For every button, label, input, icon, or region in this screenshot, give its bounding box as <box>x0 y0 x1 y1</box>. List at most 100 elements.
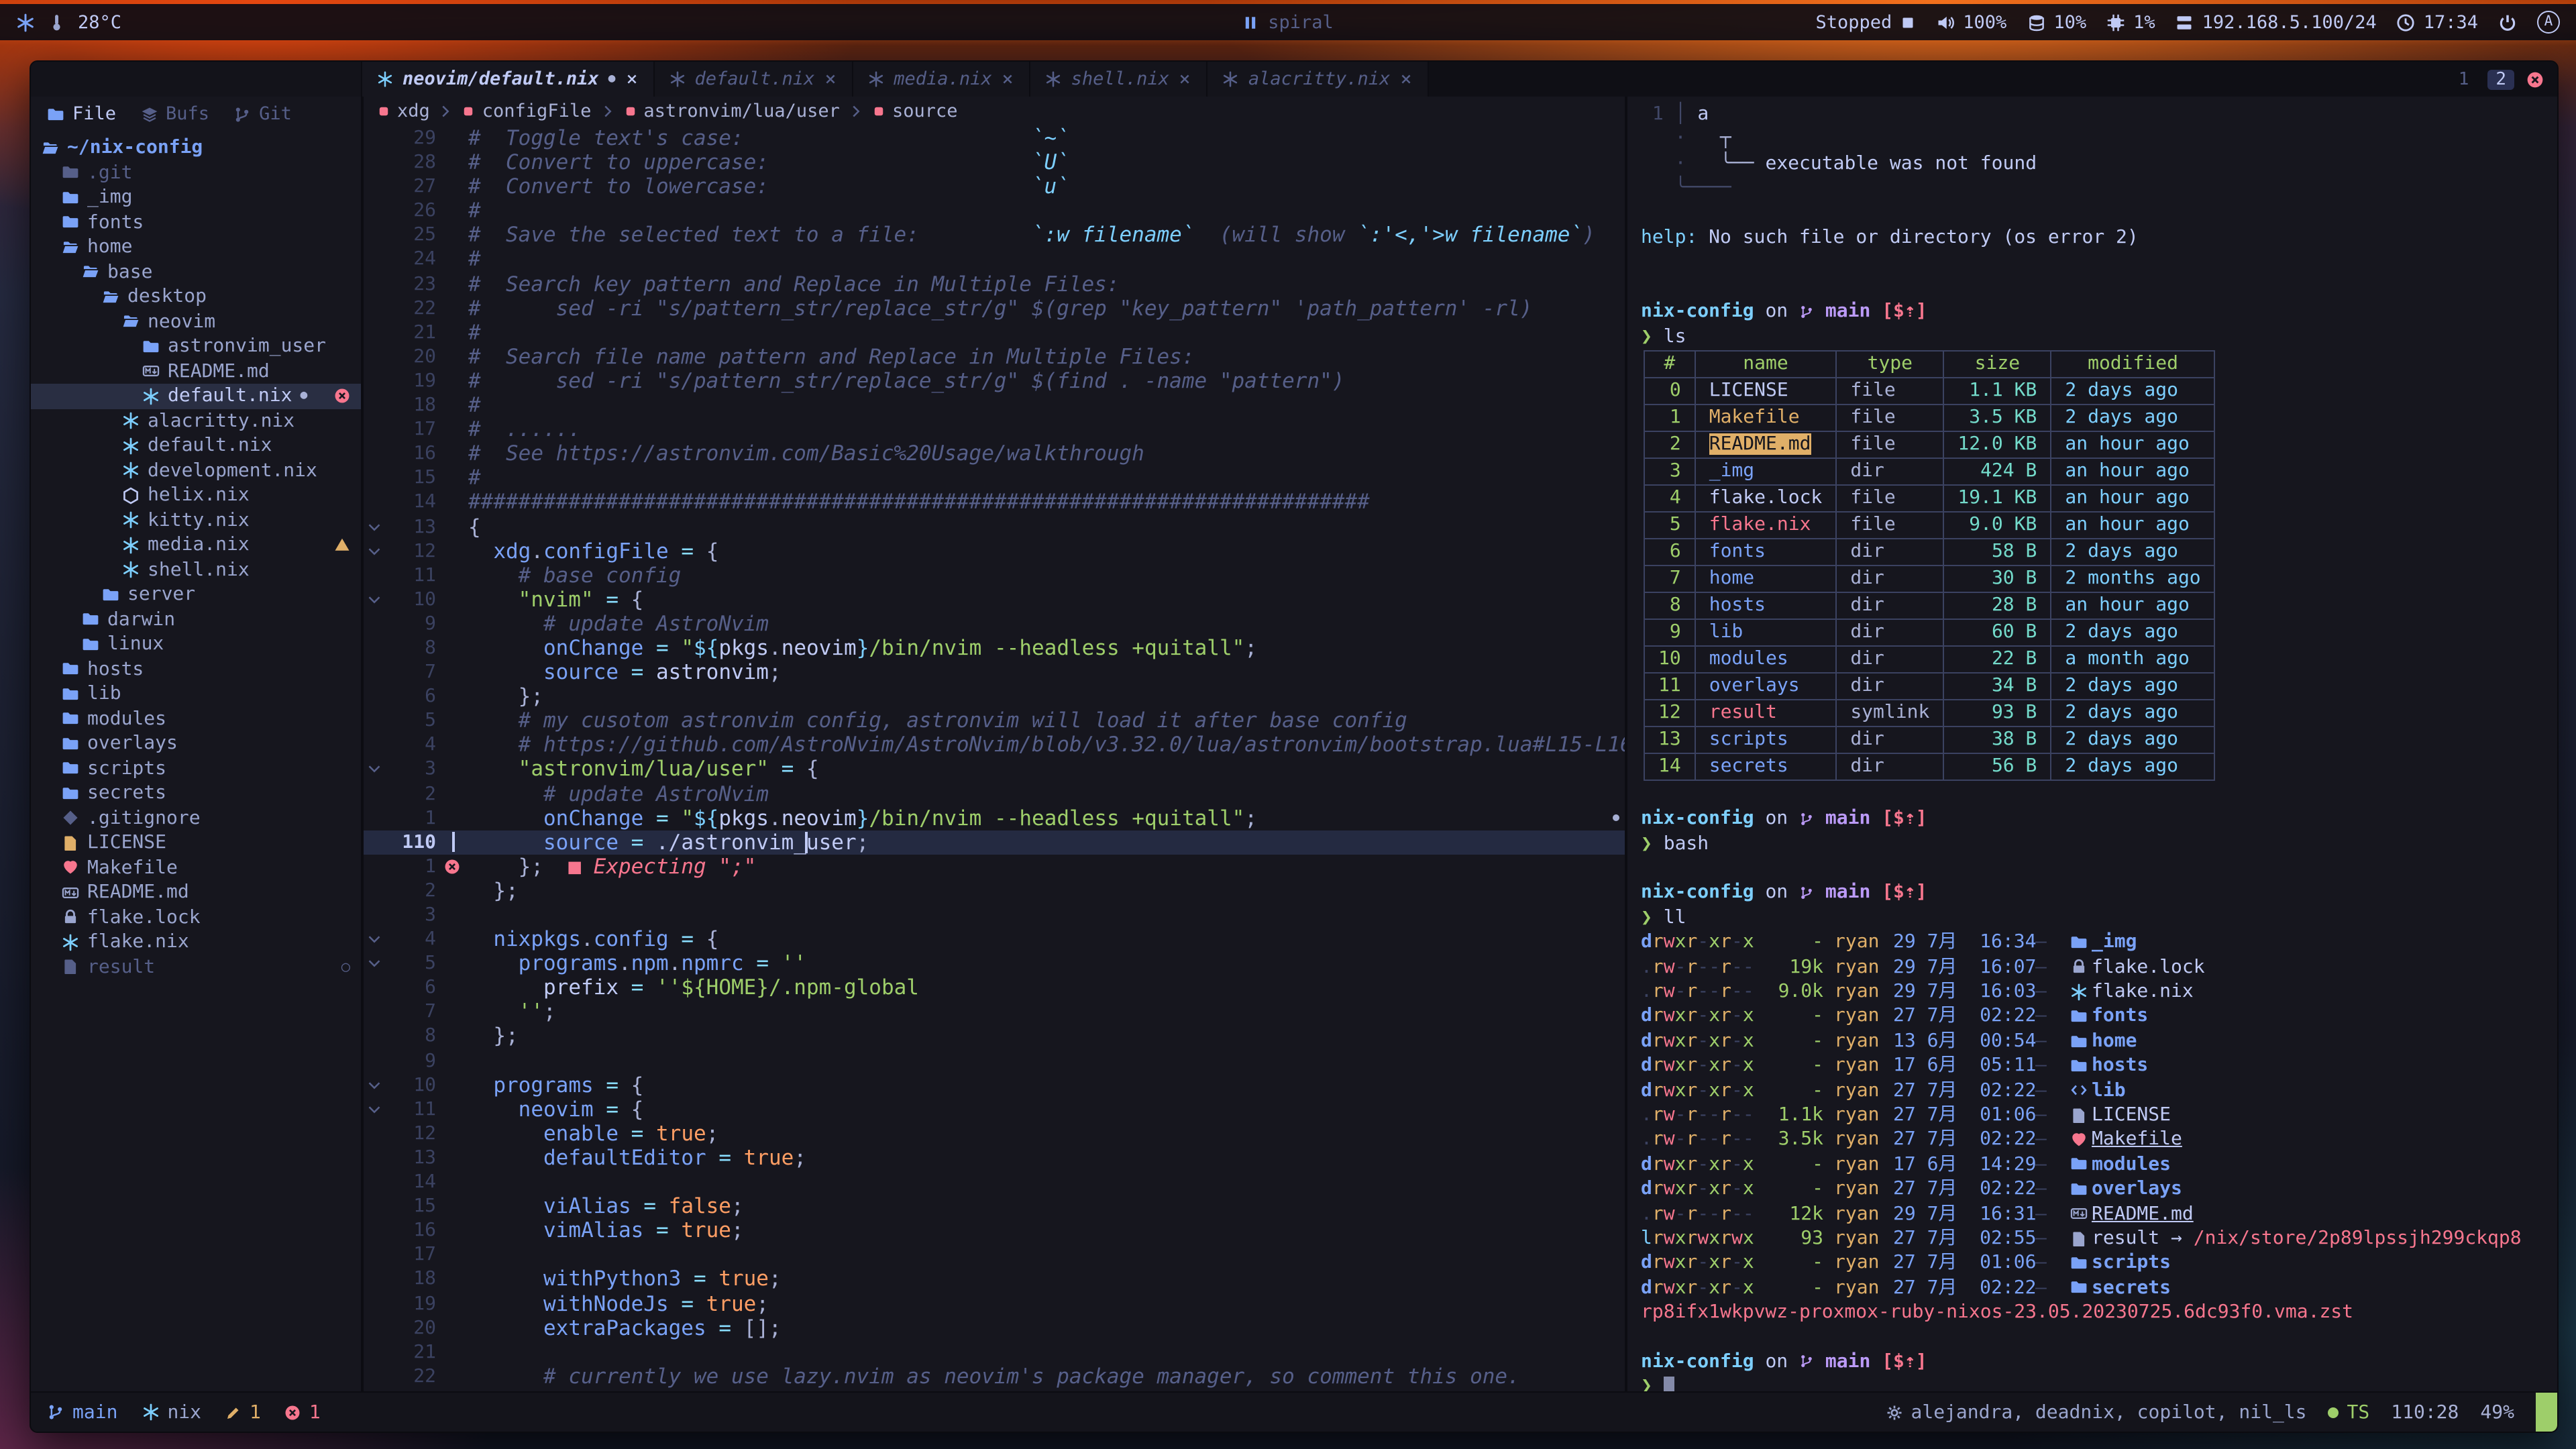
tree-item[interactable]: linux <box>31 632 361 657</box>
network-widget[interactable]: 192.168.5.100/24 <box>2176 11 2377 33</box>
code-line: 22# sed -ri "s/pattern_str/replace_str/g… <box>364 296 1625 320</box>
file-list-row: drwxr-xr-x-ryan29 7月 16:34—_img <box>1641 930 2557 955</box>
tree-item[interactable]: result○ <box>31 955 361 979</box>
terminal-line <box>1641 250 2557 275</box>
file-list-row: drwxr-xr-x-ryan27 7月 02:22—fonts <box>1641 1004 2557 1029</box>
ls-table: #nametypesizemodified0LICENSEfile1.1 KB2… <box>1644 350 2216 781</box>
breadcrumb-label: source <box>892 101 958 122</box>
folder-icon <box>62 164 79 182</box>
pause-icon[interactable] <box>1242 14 1258 30</box>
code-text: # https://github.com/AstroNvim/AstroNvim… <box>468 733 1625 757</box>
tree-item[interactable]: flake.nix <box>31 930 361 955</box>
tree-item[interactable]: .gitignore <box>31 806 361 830</box>
diagnostics-error-indicator[interactable]: 1 <box>285 1401 321 1423</box>
buffer-tab[interactable]: alacritty.nix <box>1208 62 1429 97</box>
tree-item[interactable]: README.md <box>31 359 361 384</box>
tree-item[interactable]: scripts <box>31 756 361 781</box>
code-line: 9 # update AstroNvim <box>364 612 1625 636</box>
tabpage-1[interactable]: 1 <box>2452 69 2476 89</box>
tree-item[interactable]: neovim <box>31 309 361 334</box>
explorer-tab-bufs[interactable]: Bufs <box>140 103 209 125</box>
chev-d-icon <box>368 520 381 533</box>
line-number: 13 <box>385 1146 436 1170</box>
tree-item[interactable]: shell.nix <box>31 557 361 582</box>
tree-item[interactable]: flake.lock <box>31 905 361 930</box>
treesitter-label: TS <box>2347 1401 2370 1423</box>
recording-status[interactable]: Stopped <box>1815 11 1916 33</box>
breadcrumb-item[interactable]: xdg <box>377 101 430 122</box>
tree-item[interactable]: helix.nix <box>31 483 361 508</box>
buffer-tab[interactable]: shell.nix <box>1031 62 1208 97</box>
nix-icon <box>62 934 79 951</box>
tree-item[interactable]: default.nix● <box>31 384 361 409</box>
explorer-tab-file[interactable]: File <box>47 103 116 125</box>
terminal-line <box>1641 201 2557 225</box>
chev-d-icon <box>368 544 381 557</box>
tree-item[interactable]: desktop <box>31 284 361 309</box>
clock-widget[interactable]: 17:34 <box>2397 11 2478 33</box>
tabpage-2[interactable]: 2 <box>2487 69 2514 89</box>
tree-item[interactable]: server <box>31 582 361 607</box>
permissions: .rw-r--r-- <box>1641 979 1762 1004</box>
code-area[interactable]: 29# Toggle text's case: `~`28# Convert t… <box>364 126 1625 1391</box>
explorer-tab-git[interactable]: Git <box>233 103 292 125</box>
terminal-pane[interactable]: 1 │ a · ┬ · ╰── executable was not found… <box>1627 97 2557 1391</box>
table-row: 6fontsdir58 B2 days ago <box>1644 539 2215 566</box>
file-tree[interactable]: ~/nix-config.git_imgfontshomebasedesktop… <box>31 129 361 1391</box>
chev-d-icon <box>368 1078 381 1091</box>
tree-item[interactable]: lib <box>31 682 361 706</box>
shell-command: ❯ <box>1641 1375 2557 1391</box>
keyboard-layout-badge[interactable]: A <box>2537 11 2560 34</box>
file-owner: ryan <box>1834 1029 1893 1054</box>
code-line: 2 # update AstroNvim <box>364 782 1625 806</box>
code-line: 3 <box>364 903 1625 927</box>
tree-item[interactable]: alacritty.nix <box>31 409 361 433</box>
volume-widget[interactable]: 100% <box>1936 11 2006 33</box>
tree-item[interactable]: ~/nix-config <box>31 136 361 160</box>
bufferline-spacer <box>31 62 362 97</box>
scrollbar-marker[interactable] <box>1613 814 1619 821</box>
tree-item[interactable]: media.nix <box>31 533 361 557</box>
buffer-tab[interactable]: neovim/default.nix● <box>362 62 654 97</box>
tree-item[interactable]: overlays <box>31 731 361 756</box>
tree-item[interactable]: base <box>31 260 361 284</box>
code-line: 1 }; ■ Expecting ";" <box>364 855 1625 879</box>
tree-item[interactable]: kitty.nix <box>31 508 361 533</box>
line-number: 24 <box>385 248 436 272</box>
tree-item[interactable]: fonts <box>31 210 361 235</box>
explorer-tabs: File Bufs Git <box>31 97 361 129</box>
tree-item[interactable]: darwin <box>31 607 361 632</box>
tree-item[interactable]: home <box>31 235 361 260</box>
tree-item[interactable]: modules <box>31 706 361 731</box>
code-line: 17# ...... <box>364 417 1625 441</box>
line-number: 8 <box>385 636 436 660</box>
power-icon[interactable] <box>2498 13 2517 32</box>
tree-item[interactable]: .git <box>31 160 361 185</box>
folder-icon <box>47 105 64 123</box>
buffer-tab[interactable]: default.nix <box>654 62 853 97</box>
buffer-tab[interactable]: media.nix <box>853 62 1030 97</box>
tree-item[interactable]: default.nix <box>31 433 361 458</box>
folder-icon <box>62 710 79 728</box>
file-list-row: .rw-r--r--9.0kryan29 7月 16:03—flake.nix <box>1641 979 2557 1004</box>
tree-item[interactable]: development.nix <box>31 458 361 483</box>
tree-item[interactable]: hosts <box>31 657 361 682</box>
tree-item[interactable]: Makefile <box>31 855 361 880</box>
breadcrumb-item[interactable]: source <box>872 101 958 122</box>
disk-widget[interactable]: 10% <box>2027 11 2086 33</box>
breadcrumb-item[interactable]: astronvim/lua/user <box>623 101 840 122</box>
tree-item[interactable]: secrets <box>31 781 361 806</box>
breadcrumb-item[interactable]: configFile <box>462 101 592 122</box>
tree-item[interactable]: astronvim_user <box>31 334 361 359</box>
close-button[interactable] <box>2526 70 2544 88</box>
tree-item[interactable]: README.md <box>31 880 361 905</box>
terminal-line: 1 │ a <box>1641 102 2557 127</box>
code-line: 14 <box>364 1170 1625 1194</box>
tree-item[interactable]: _img <box>31 185 361 210</box>
tree-item-label: helix.nix <box>148 485 250 506</box>
tree-item[interactable]: LICENSE <box>31 830 361 855</box>
tree-item-label: README.md <box>87 882 189 904</box>
nix-icon <box>1046 71 1062 87</box>
cpu-widget[interactable]: 1% <box>2106 11 2155 33</box>
git-branch-indicator[interactable]: main <box>47 1401 117 1423</box>
